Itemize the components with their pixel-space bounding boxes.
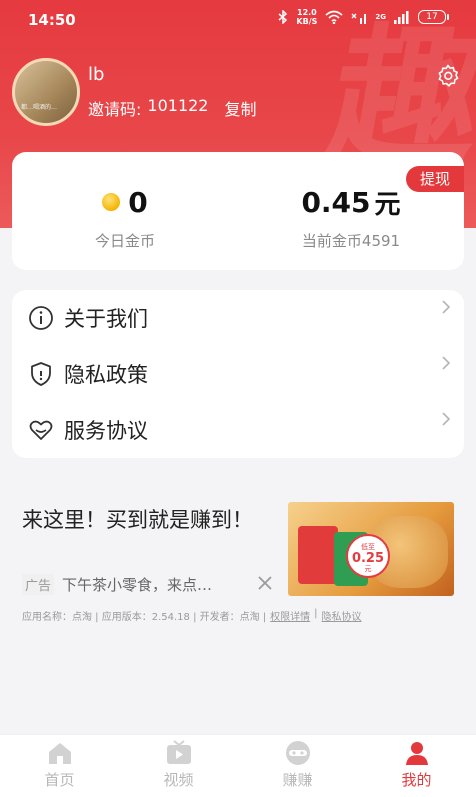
close-icon[interactable] (256, 574, 274, 592)
chevron-right-icon (442, 412, 451, 426)
shield-icon (31, 362, 51, 386)
menu-item-label: 服务协议 (64, 419, 148, 443)
ad-price-prefix: 低至 (361, 543, 375, 551)
net-speed-unit: KB/S (296, 17, 318, 26)
coin-icon (102, 193, 121, 211)
tab-label: 首页 (44, 771, 75, 789)
earn-icon (285, 741, 310, 765)
tab-earn[interactable]: 赚赚 (238, 739, 357, 790)
tab-home[interactable]: 首页 (0, 739, 119, 790)
home-icon (48, 743, 71, 764)
tab-label: 视频 (163, 771, 194, 789)
status-icons: 12.0 KB/S 2G 17 (278, 8, 449, 26)
ad-image[interactable]: 低至 0.25 元 (288, 502, 454, 596)
ad-description: 下午茶小零食，来点… (62, 576, 213, 594)
network-type: 2G (375, 13, 386, 21)
username: lb (88, 64, 105, 85)
bottom-tab-bar: 首页 视频 赚赚 我的 (0, 734, 476, 797)
menu-card: 关于我们 隐私政策 服务协议 (12, 290, 464, 458)
video-icon (166, 740, 191, 764)
ad-price-unit: 元 (364, 565, 372, 573)
ad-tag: 广告 (22, 574, 55, 595)
heart-icon (29, 420, 53, 440)
bluetooth-icon (278, 10, 288, 24)
current-coins-unit: 元 (374, 189, 401, 220)
tab-profile[interactable]: 我的 (357, 739, 476, 790)
chevron-right-icon (442, 356, 451, 370)
today-coins-value-row: 0 (12, 182, 238, 222)
tab-label: 我的 (401, 771, 432, 789)
ad-price-value: 0.25 (351, 551, 385, 566)
ad-meta-separator: | (314, 608, 318, 619)
current-coins: 0.45 元 当前金币4591 (238, 182, 464, 251)
gear-icon[interactable] (436, 64, 460, 88)
ad-price-badge: 低至 0.25 元 (346, 534, 390, 578)
battery-icon: 17 (418, 10, 449, 24)
ad-privacy-link[interactable]: 隐私协议 (322, 608, 362, 623)
net-speed-value: 12.0 (297, 8, 317, 17)
avatar-caption: 都…喝酒的… (21, 104, 58, 111)
menu-item-label: 隐私政策 (64, 363, 148, 387)
chevron-right-icon (442, 300, 451, 314)
current-coins-value-row: 0.45 元 (238, 182, 464, 222)
ad-headline[interactable]: 来这里！买到就是赚到！ (22, 504, 272, 536)
wifi-icon (325, 10, 343, 24)
invite-row: 邀请码: 101122 复制 (88, 96, 257, 120)
avatar[interactable]: 都…喝酒的… (12, 58, 80, 126)
ad-permissions-link[interactable]: 权限详情 (270, 608, 310, 623)
status-time: 14:50 (28, 11, 76, 29)
status-bar: 14:50 12.0 KB/S 2G 17 (0, 0, 476, 40)
ad-meta-app: 应用名称：点淘 | 应用版本：2.54.18 | 开发者：点淘 | (22, 612, 267, 623)
today-coins: 0 今日金币 (12, 182, 238, 251)
today-coins-label: 今日金币 (94, 232, 155, 250)
watermark-char: 趣 (316, 9, 476, 185)
ad-banner[interactable]: 来这里！买到就是赚到！ 低至 0.25 元 广告 下午茶小零食，来点… 应用名称… (0, 490, 476, 630)
tab-label: 赚赚 (282, 771, 313, 789)
tab-video[interactable]: 视频 (119, 739, 238, 790)
coin-card: 提现 0 今日金币 0.45 元 当前金币4591 (12, 152, 464, 270)
current-coins-value: 0.45 (301, 185, 371, 219)
signal-no-sim-icon (351, 13, 367, 24)
ad-meta: 应用名称：点淘 | 应用版本：2.54.18 | 开发者：点淘 | 权限详情 |… (22, 608, 362, 623)
signal-icon (394, 11, 409, 24)
invite-label: 邀请码: (88, 100, 142, 119)
menu-item-terms[interactable]: 服务协议 (12, 402, 464, 458)
menu-item-label: 关于我们 (64, 307, 148, 331)
copy-button[interactable]: 复制 (224, 96, 256, 120)
today-coins-value: 0 (128, 185, 148, 219)
menu-item-privacy[interactable]: 隐私政策 (12, 346, 464, 402)
info-icon (29, 306, 53, 330)
profile-icon (405, 742, 428, 765)
invite-code: 101122 (147, 96, 209, 115)
menu-item-about[interactable]: 关于我们 (12, 290, 464, 346)
snack-bag-image (298, 526, 338, 584)
current-coins-label: 当前金币4591 (301, 232, 401, 250)
net-speed: 12.0 KB/S (296, 8, 317, 26)
ad-tag-row: 广告 下午茶小零食，来点… (22, 574, 286, 595)
